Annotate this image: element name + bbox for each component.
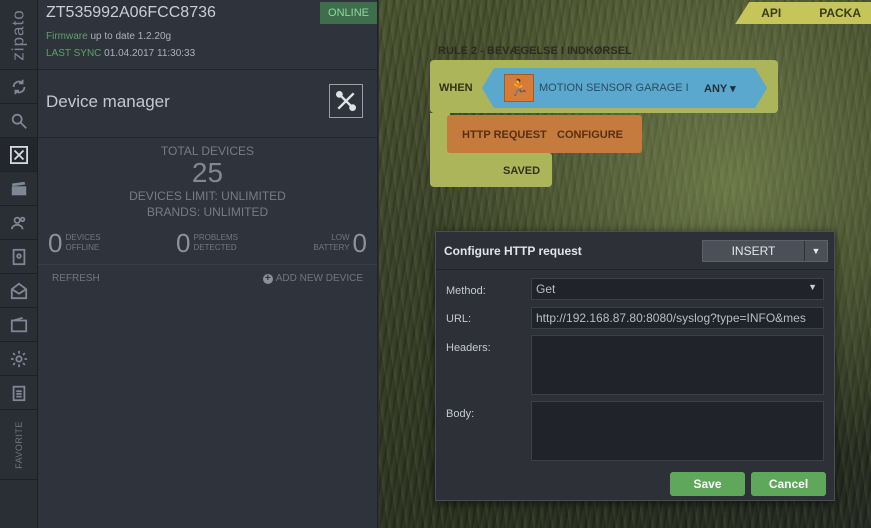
sync-icon[interactable] — [0, 70, 37, 104]
insert-button[interactable]: INSERT — [703, 241, 805, 261]
contacts-icon[interactable] — [0, 240, 37, 274]
headers-textarea[interactable] — [531, 335, 824, 395]
favorite-tab[interactable]: FAVORITE — [0, 410, 37, 480]
url-input[interactable]: http://192.168.87.80:8080/syslog?type=IN… — [531, 307, 824, 329]
device-counters: 0 DEVICES OFFLINE 0 PROBLEMS DETECTED LOW B… — [38, 230, 377, 256]
device-manager-header: Device manager — [38, 70, 377, 138]
dialog-title: Configure HTTP request — [444, 244, 582, 258]
brands-limit: BRANDS: UNLIMITED — [146, 205, 269, 219]
offline-counter[interactable]: 0 DEVICES OFFLINE — [48, 230, 101, 256]
low-battery-counter[interactable]: LOW BATTERY 0 — [313, 230, 367, 256]
tab-api[interactable]: API — [761, 6, 781, 20]
body-textarea[interactable] — [531, 401, 824, 461]
sensor-name: MOTION SENSOR GARAGE I — [539, 82, 689, 94]
body-label: Body: — [446, 408, 475, 420]
motion-sensor-icon: 🏃 — [504, 74, 534, 102]
page-title: Device manager — [46, 92, 170, 111]
configure-link[interactable]: CONFIGURE — [557, 129, 623, 141]
plus-icon: + — [262, 273, 273, 284]
tools-icon[interactable] — [0, 138, 37, 172]
device-actions: REFRESH + ADD NEW DEVICE — [38, 264, 377, 284]
url-label: URL: — [446, 313, 472, 325]
device-header: ZT535992A06FCC8736 ONLINE Firmware up to… — [38, 0, 377, 70]
status-badge: ONLINE — [320, 2, 377, 24]
chevron-down-icon: ▼ — [808, 282, 817, 292]
wallet-icon[interactable] — [0, 308, 37, 342]
settings-icon[interactable] — [0, 342, 37, 376]
icon-rail: zipato FAVORITE — [0, 0, 38, 528]
search-icon[interactable] — [0, 104, 37, 138]
firmware-info: Firmware up to date 1.2.20g — [46, 31, 172, 42]
scenes-icon[interactable] — [0, 172, 37, 206]
dialog-header: Configure HTTP request INSERT ▼ — [436, 232, 834, 270]
motion-sensor-block[interactable]: 🏃 MOTION SENSOR GARAGE I ANY ▾ — [482, 68, 767, 108]
refresh-button[interactable]: REFRESH — [52, 273, 100, 284]
saved-indicator: SAVED — [430, 153, 552, 187]
device-panel: ZT535992A06FCC8736 ONLINE Firmware up to… — [38, 0, 378, 528]
method-select[interactable]: Get ▼ — [531, 278, 824, 300]
rule-title: RULE 2 - BEVÆGELSE I INDKØRSEL — [438, 45, 632, 57]
problems-counter[interactable]: 0 PROBLEMS DETECTED — [176, 230, 238, 256]
messages-icon[interactable] — [0, 274, 37, 308]
total-devices-value: 25 — [191, 157, 224, 188]
top-tabs: API PACKA — [735, 2, 871, 24]
tab-packages[interactable]: PACKA — [819, 6, 861, 20]
configure-http-dialog: Configure HTTP request INSERT ▼ Method: … — [435, 231, 835, 501]
users-icon[interactable] — [0, 206, 37, 240]
chevron-down-icon[interactable]: ▼ — [805, 241, 827, 261]
total-devices-label: TOTAL DEVICES — [160, 144, 255, 158]
devices-limit: DEVICES LIMIT: UNLIMITED — [129, 189, 286, 203]
any-dropdown[interactable]: ANY ▾ — [704, 82, 736, 95]
device-manager-icon[interactable] — [329, 84, 363, 118]
add-device-button[interactable]: + ADD NEW DEVICE — [262, 273, 363, 284]
headers-label: Headers: — [446, 342, 491, 354]
save-button[interactable]: Save — [670, 472, 745, 496]
http-request-block[interactable]: HTTP REQUEST CONFIGURE — [447, 115, 642, 153]
insert-dropdown[interactable]: INSERT ▼ — [702, 240, 828, 262]
device-stats: TOTAL DEVICES 25 DEVICES LIMIT: UNLIMITE… — [38, 144, 377, 220]
last-sync-info: LAST SYNC 01.04.2017 11:30:33 — [46, 48, 196, 59]
method-label: Method: — [446, 285, 486, 297]
cancel-button[interactable]: Cancel — [751, 472, 826, 496]
clipboard-icon[interactable] — [0, 376, 37, 410]
zipato-logo: zipato — [0, 0, 37, 70]
